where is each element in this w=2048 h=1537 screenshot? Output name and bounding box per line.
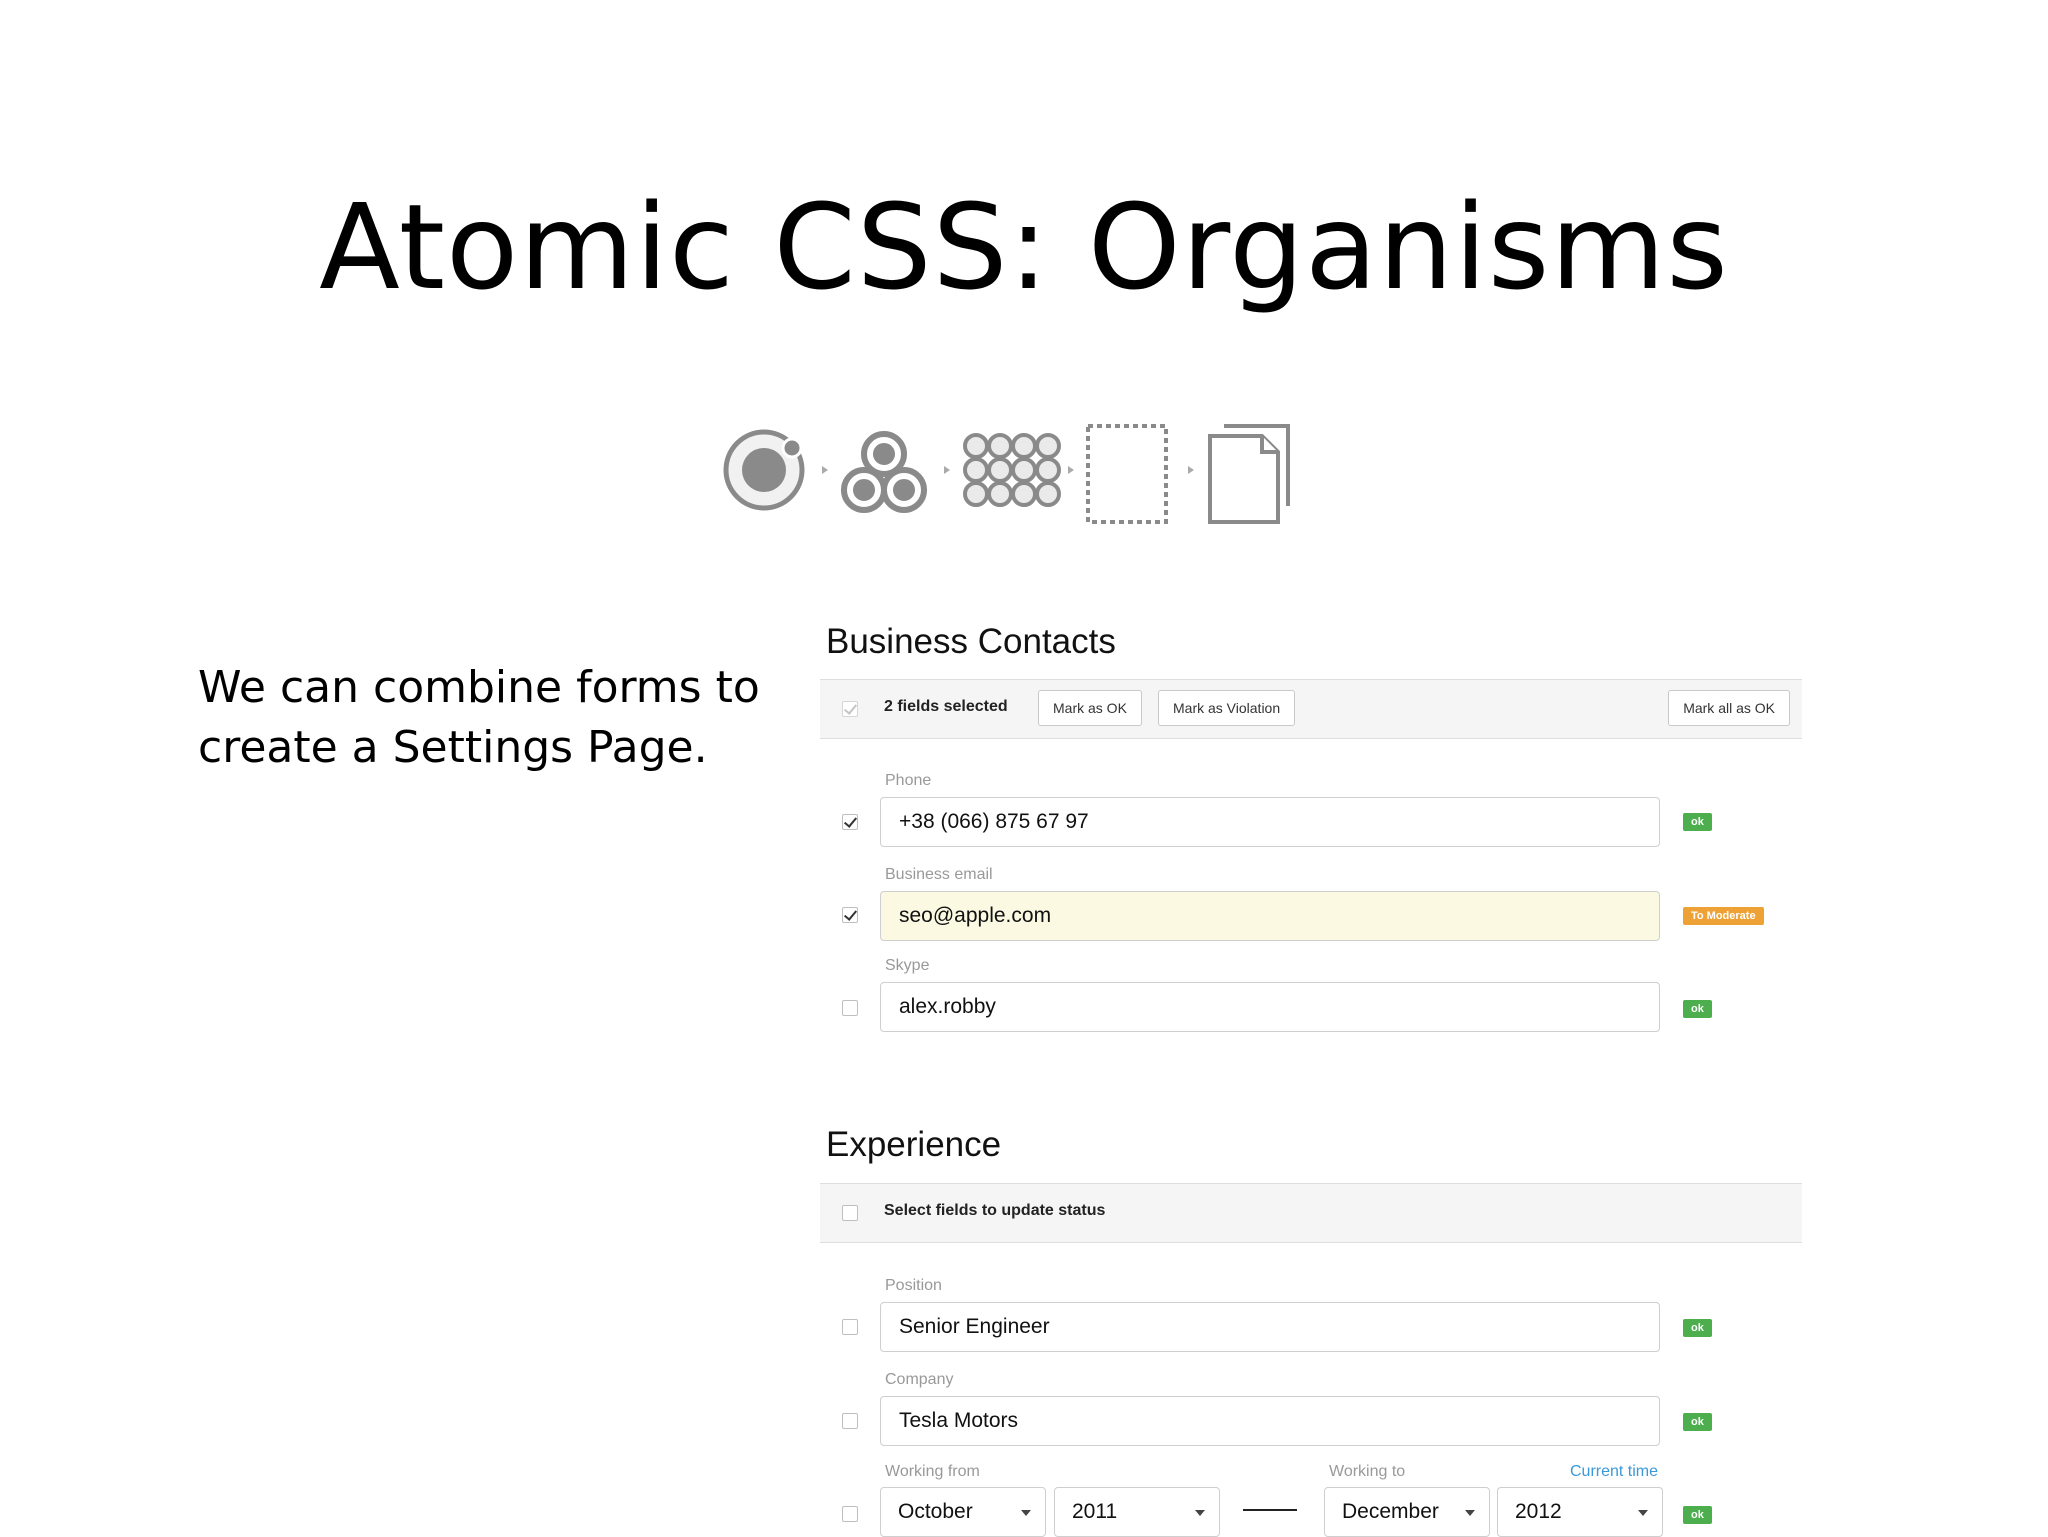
- phone-input[interactable]: +38 (066) 875 67 97: [880, 797, 1660, 847]
- experience-title: Experience: [826, 1125, 1002, 1164]
- skype-checkbox[interactable]: [842, 1000, 858, 1016]
- experience-bar-text: Select fields to update status: [884, 1202, 1106, 1219]
- caret-down-icon: [1021, 1510, 1031, 1516]
- business-email-status-badge: To Moderate: [1683, 907, 1764, 925]
- business-email-input[interactable]: seo@apple.com: [880, 891, 1660, 941]
- business-email-checkbox[interactable]: [842, 907, 858, 923]
- mark-all-as-ok-button[interactable]: Mark all as OK: [1668, 690, 1790, 726]
- experience-select-all-checkbox[interactable]: [842, 1205, 858, 1221]
- company-input[interactable]: Tesla Motors: [880, 1396, 1660, 1446]
- arrow-right-icon: [1188, 466, 1194, 474]
- business-contacts-title: Business Contacts: [826, 622, 1116, 661]
- caret-down-icon: [1465, 1510, 1475, 1516]
- molecule-icon: [841, 431, 927, 513]
- to-year-select[interactable]: 2012: [1497, 1487, 1663, 1537]
- business-bulk-bar: 2 fields selected Mark as OK Mark as Vio…: [820, 679, 1802, 739]
- working-period-status-badge: ok: [1683, 1506, 1712, 1524]
- atomic-pipeline: [723, 424, 1290, 524]
- date-range-separator: [1243, 1509, 1297, 1511]
- position-checkbox[interactable]: [842, 1319, 858, 1335]
- experience-bulk-bar: Select fields to update status: [820, 1183, 1802, 1243]
- position-status-badge: ok: [1683, 1319, 1712, 1337]
- arrow-right-icon: [944, 466, 950, 474]
- phone-status-badge: ok: [1683, 813, 1712, 831]
- working-to-label: Working to: [1329, 1463, 1406, 1480]
- skype-label: Skype: [885, 957, 930, 974]
- from-year-select[interactable]: 2011: [1054, 1487, 1220, 1537]
- selected-count-text: 2 fields selected: [884, 698, 1008, 715]
- atom-icon: [723, 429, 805, 511]
- arrow-right-icon: [1068, 466, 1074, 474]
- organism-icon: [963, 433, 1061, 507]
- current-time-link[interactable]: Current time: [1570, 1463, 1658, 1481]
- skype-input[interactable]: alex.robby: [880, 982, 1660, 1032]
- from-month-select[interactable]: October: [880, 1487, 1046, 1537]
- company-label: Company: [885, 1371, 954, 1388]
- arrow-right-icon: [822, 466, 828, 474]
- page-icon: [1208, 424, 1290, 524]
- working-from-label: Working from: [885, 1463, 980, 1480]
- intro-text: We can combine forms to create a Setting…: [198, 662, 760, 773]
- to-month-select[interactable]: December: [1324, 1487, 1490, 1537]
- caret-down-icon: [1195, 1510, 1205, 1516]
- phone-label: Phone: [885, 772, 932, 789]
- select-all-checkbox[interactable]: [842, 701, 858, 717]
- business-email-label: Business email: [885, 866, 993, 883]
- from-month-value: October: [898, 1500, 973, 1523]
- position-input[interactable]: Senior Engineer: [880, 1302, 1660, 1352]
- company-status-badge: ok: [1683, 1413, 1712, 1431]
- from-year-value: 2011: [1072, 1500, 1118, 1523]
- to-month-value: December: [1342, 1500, 1439, 1523]
- phone-checkbox[interactable]: [842, 814, 858, 830]
- mark-as-violation-button[interactable]: Mark as Violation: [1158, 690, 1296, 726]
- template-icon: [1086, 424, 1168, 524]
- to-year-value: 2012: [1515, 1500, 1562, 1523]
- company-checkbox[interactable]: [842, 1413, 858, 1429]
- position-label: Position: [885, 1277, 942, 1294]
- working-period-checkbox[interactable]: [842, 1506, 858, 1522]
- caret-down-icon: [1638, 1510, 1648, 1516]
- slide-title: Atomic CSS: Organisms: [319, 178, 1729, 316]
- skype-status-badge: ok: [1683, 1000, 1712, 1018]
- mark-as-ok-button[interactable]: Mark as OK: [1038, 690, 1142, 726]
